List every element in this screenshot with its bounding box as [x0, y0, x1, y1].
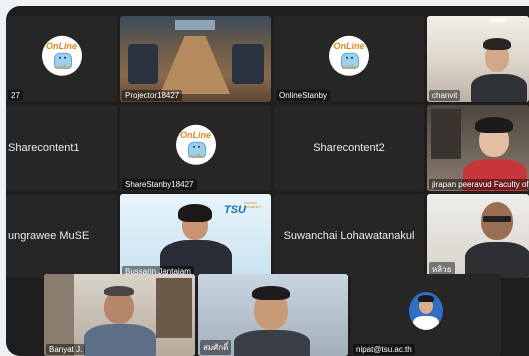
participant-tile[interactable]: สมศักดิ์ [198, 274, 348, 356]
meeting-gallery: OnLine งานสื่อ 27 Projector18427 OnLine งา… [6, 6, 529, 356]
participant-name-center: Suwanchai Lohawatanakul [283, 230, 415, 242]
participant-tile[interactable]: OnLine งานสื่อ 27 [6, 16, 117, 102]
avatar [409, 292, 443, 330]
participant-name: 27 [8, 90, 23, 101]
participant-name: Banyat J. [46, 344, 86, 355]
participant-tile[interactable]: ungrawee MuSE [6, 194, 117, 278]
tsu-logo-icon: TSU THAKSIN UNIVERSITY [224, 201, 263, 216]
participant-tile[interactable]: OnLine งานสื่อ ShareStanby18427 [120, 105, 271, 191]
participant-tile[interactable]: Projector18427 [120, 16, 271, 102]
participant-tile-active-speaker[interactable]: TSU THAKSIN UNIVERSITY Bussarin Jantajam [120, 194, 271, 278]
participant-name: OnlineStanby [276, 90, 331, 101]
participant-name: chanvit [429, 90, 461, 101]
participant-tile[interactable]: nipat@tsu.ac.th [351, 274, 501, 356]
participant-tile[interactable]: chanvit [427, 16, 529, 102]
participant-name: Projector18427 [122, 90, 183, 101]
participant-name-center: Sharecontent1 [8, 142, 80, 154]
online-logo-icon: OnLine งานสื่อ [175, 124, 216, 165]
participant-tile[interactable]: jirapan peeravud Faculty of M [427, 105, 529, 191]
online-logo-icon: OnLine งานสื่อ [41, 35, 82, 76]
participant-name-center: Sharecontent2 [313, 142, 385, 154]
participant-tile[interactable]: Suwanchai Lohawatanakul [274, 194, 424, 278]
participant-name: jirapan peeravud Faculty of M [429, 179, 529, 190]
participant-tile[interactable]: Sharecontent1 [6, 105, 117, 191]
participant-name: nipat@tsu.ac.th [353, 344, 415, 355]
participant-tile[interactable]: OnLine งานสื่อ OnlineStanby [274, 16, 424, 102]
participant-tile[interactable]: หลิวธ [427, 194, 529, 278]
participant-name-center: ungrawee MuSE [8, 230, 90, 242]
participant-tile[interactable]: Banyat J. [44, 274, 195, 356]
participant-name: ShareStanby18427 [122, 179, 197, 190]
participant-tile[interactable]: Sharecontent2 [274, 105, 424, 191]
online-logo-icon: OnLine งานสื่อ [329, 35, 369, 76]
participant-name: สมศักดิ์ [200, 340, 232, 355]
